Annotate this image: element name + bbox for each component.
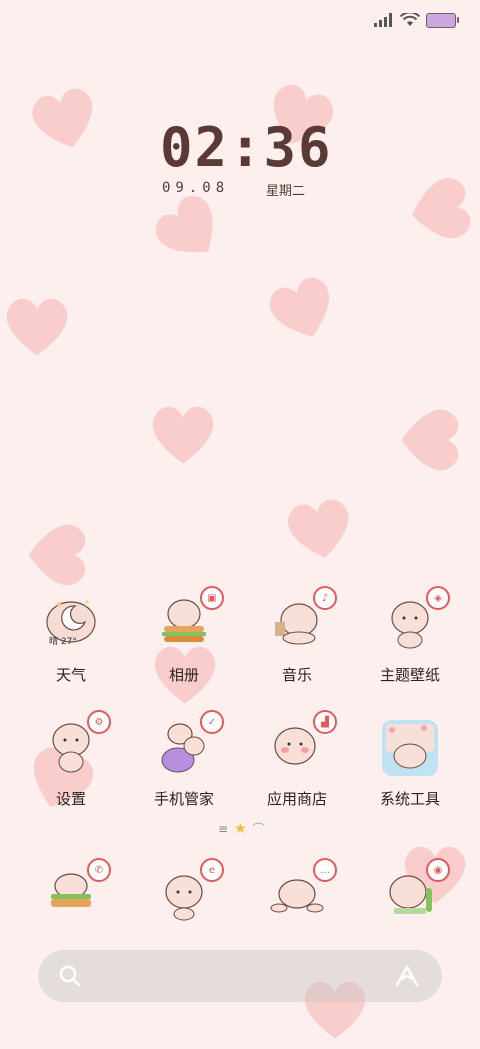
app-label: 设置 <box>55 790 86 808</box>
bag-icon: ▟ <box>313 710 337 734</box>
heart-decoration <box>258 265 348 355</box>
browser-icon: e <box>152 858 224 928</box>
music-icon: ♪ <box>265 586 337 656</box>
assistant-icon[interactable] <box>394 964 420 988</box>
folder-icon <box>378 716 442 780</box>
app-phone-manager[interactable]: ✓ 手机管家 <box>134 710 234 809</box>
rainbow-icon: ⌒ <box>252 822 265 836</box>
dock-phone[interactable]: ✆ <box>21 858 121 928</box>
menu-lines-icon: ≡ <box>218 821 229 836</box>
app-label: 手机管家 <box>153 790 214 808</box>
search-icon <box>59 965 81 987</box>
chat-bubble-icon: … <box>313 858 337 882</box>
heart-decoration <box>279 489 360 570</box>
app-folder-system-tools[interactable]: 系统工具 <box>360 716 460 809</box>
signal-icon <box>374 13 392 27</box>
wifi-icon <box>400 13 420 26</box>
app-gallery[interactable]: ▣ 相册 <box>134 586 234 685</box>
clock-date: 09.08 <box>162 180 230 196</box>
camera-badge-icon: ◉ <box>426 858 450 882</box>
shield-icon: ✓ <box>200 710 224 734</box>
clock-time: 02:36 <box>160 116 333 179</box>
battery-icon <box>426 12 459 28</box>
dock-camera[interactable]: ◉ <box>360 858 460 928</box>
heart-decoration <box>395 405 465 475</box>
refresh-icon: e <box>200 858 224 882</box>
photo-badge-icon: ▣ <box>200 586 224 610</box>
settings-icon: ⚙ <box>39 710 111 780</box>
app-weather[interactable]: 晴 27° 天气 <box>21 592 121 685</box>
app-themes[interactable]: ◈ 主题壁纸 <box>360 586 460 685</box>
weather-icon: 晴 27° <box>39 592 103 656</box>
app-label: 系统工具 <box>379 790 440 808</box>
messages-icon: … <box>265 858 337 928</box>
app-music[interactable]: ♪ 音乐 <box>247 586 347 685</box>
heart-decoration <box>148 400 218 470</box>
app-label: 主题壁纸 <box>379 666 440 684</box>
camera-icon: ◉ <box>378 858 450 928</box>
gear-icon: ⚙ <box>87 710 111 734</box>
app-settings[interactable]: ⚙ 设置 <box>21 710 121 809</box>
heart-decoration <box>399 169 480 250</box>
clock-weekday: 星期二 <box>266 184 306 199</box>
status-bar <box>374 8 459 32</box>
call-icon: ✆ <box>87 858 111 882</box>
phone-manager-icon: ✓ <box>152 710 224 780</box>
weather-text: 晴 27° <box>49 637 77 647</box>
heart-decoration <box>22 520 92 590</box>
gallery-icon: ▣ <box>152 586 224 656</box>
music-note-icon: ♪ <box>313 586 337 610</box>
app-label: 音乐 <box>281 666 312 684</box>
clock-widget[interactable]: 02:36 <box>160 116 333 179</box>
heart-decoration <box>22 77 108 163</box>
themes-icon: ◈ <box>378 586 450 656</box>
palette-icon: ◈ <box>426 586 450 610</box>
phone-icon: ✆ <box>39 858 111 928</box>
app-label: 应用商店 <box>266 790 327 808</box>
app-store[interactable]: ▟ 应用商店 <box>247 710 347 809</box>
page-indicator[interactable]: ≡ ★ ⌒ <box>218 820 265 837</box>
dock-browser[interactable]: e <box>134 858 234 928</box>
heart-decoration <box>2 292 72 362</box>
app-label: 天气 <box>55 666 86 684</box>
app-store-icon: ▟ <box>265 710 337 780</box>
search-bar[interactable] <box>38 950 442 1002</box>
app-label: 相册 <box>168 666 199 684</box>
star-icon: ★ <box>234 820 247 837</box>
dock-messages[interactable]: … <box>247 858 347 928</box>
